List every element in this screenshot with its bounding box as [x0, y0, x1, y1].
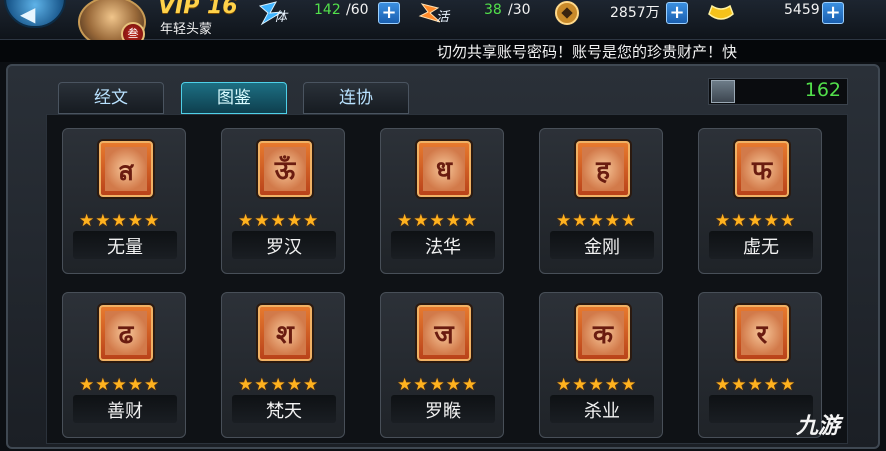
codex-card[interactable]: ส ★★★★★ 无量 [62, 128, 186, 274]
add-ingots-button[interactable]: + [822, 2, 844, 24]
star-rating: ★★★★★ [556, 211, 638, 231]
sanskrit-emblem-icon: ध [417, 141, 471, 197]
sanskrit-emblem-icon: ज [417, 305, 471, 361]
tab-scriptures[interactable]: 经文 [58, 82, 164, 114]
card-name: 善财 [107, 401, 143, 422]
stamina-stat: 体 142 /60 + [258, 1, 406, 26]
sanskrit-emblem-icon: र [735, 305, 789, 361]
vitality-current: 38 [484, 2, 502, 18]
star-rating: ★★★★★ [238, 211, 320, 231]
star-rating: ★★★★★ [79, 375, 161, 395]
sanskrit-emblem-icon: ह [576, 141, 630, 197]
player-title: 年轻头蒙 [160, 22, 213, 37]
tab-combo[interactable]: 连协 [303, 82, 409, 114]
card-name: 金刚 [584, 237, 620, 258]
codex-card[interactable]: ढ ★★★★★ 善财 [62, 292, 186, 438]
card-name: 法华 [425, 237, 461, 258]
vitality-label: 活 [436, 10, 450, 25]
card-name: 无量 [107, 237, 143, 258]
ingots-stat: 5459 + [706, 2, 850, 24]
star-rating: ★★★★★ [238, 375, 320, 395]
codex-grid: ส ★★★★★ 无量 ऊँ ★★★★★ 罗汉 ध ★★★★★ 法华 ह ★★★★… [46, 114, 848, 444]
card-name: 虚无 [743, 237, 779, 258]
scroll-icon [711, 80, 735, 103]
codex-card[interactable]: श ★★★★★ 梵天 [221, 292, 345, 438]
gold-ingot-icon [706, 0, 736, 26]
add-stamina-button[interactable]: + [378, 2, 400, 24]
watermark-text: 九游 [796, 414, 841, 439]
stamina-max: /60 [346, 2, 369, 18]
star-rating: ★★★★★ [397, 211, 479, 231]
codex-card[interactable]: फ ★★★★★ 虚无 [698, 128, 822, 274]
coins-stat: 2857万 + [554, 0, 694, 26]
stamina-current: 142 [314, 2, 341, 18]
scroll-currency: 162 [708, 78, 848, 105]
card-name: 杀业 [584, 401, 620, 422]
star-rating: ★★★★★ [79, 211, 161, 231]
card-name: 罗睺 [425, 401, 461, 422]
sanskrit-emblem-icon: फ [735, 141, 789, 197]
star-rating: ★★★★★ [715, 375, 797, 395]
star-rating: ★★★★★ [397, 375, 479, 395]
sanskrit-emblem-icon: ऊँ [258, 141, 312, 197]
arrow-left-icon: ◀ [20, 2, 36, 26]
sanskrit-emblem-icon: ढ [99, 305, 153, 361]
codex-card[interactable]: ह ★★★★★ 金刚 [539, 128, 663, 274]
codex-card[interactable]: ज ★★★★★ 罗睺 [380, 292, 504, 438]
notice-text: 切勿共享账号密码！账号是您的珍贵财产！快 [437, 43, 738, 61]
star-rating: ★★★★★ [556, 375, 638, 395]
coin-icon [554, 0, 580, 26]
scroll-count: 162 [804, 79, 841, 101]
tab-codex[interactable]: 图鉴 [181, 82, 287, 114]
notice-ticker: 切勿共享账号密码！账号是您的珍贵财产！快 [0, 40, 886, 62]
sanskrit-emblem-icon: श [258, 305, 312, 361]
ingots-value: 5459 [784, 2, 820, 18]
back-button[interactable]: ◀ [4, 0, 66, 28]
card-name: 罗汉 [266, 237, 302, 258]
card-name: 梵天 [266, 401, 302, 422]
watermark-logo: 九游 [796, 408, 840, 440]
stamina-label: 体 [274, 10, 288, 25]
vitality-stat: 活 38 /30 [418, 2, 546, 25]
codex-card[interactable]: क ★★★★★ 杀业 [539, 292, 663, 438]
add-coins-button[interactable]: + [666, 2, 688, 24]
sanskrit-emblem-icon: क [576, 305, 630, 361]
vitality-max: /30 [508, 2, 531, 18]
vip-level: VIP 16 [158, 0, 238, 19]
star-rating: ★★★★★ [715, 211, 797, 231]
codex-card[interactable]: ऊँ ★★★★★ 罗汉 [221, 128, 345, 274]
top-status-bar: ◀ 叁 VIP 16 年轻头蒙 体 142 /60 + 活 38 /30 285… [0, 0, 886, 48]
sanskrit-emblem-icon: ส [99, 141, 153, 197]
coins-value: 2857万 [610, 5, 660, 21]
codex-card[interactable]: ध ★★★★★ 法华 [380, 128, 504, 274]
